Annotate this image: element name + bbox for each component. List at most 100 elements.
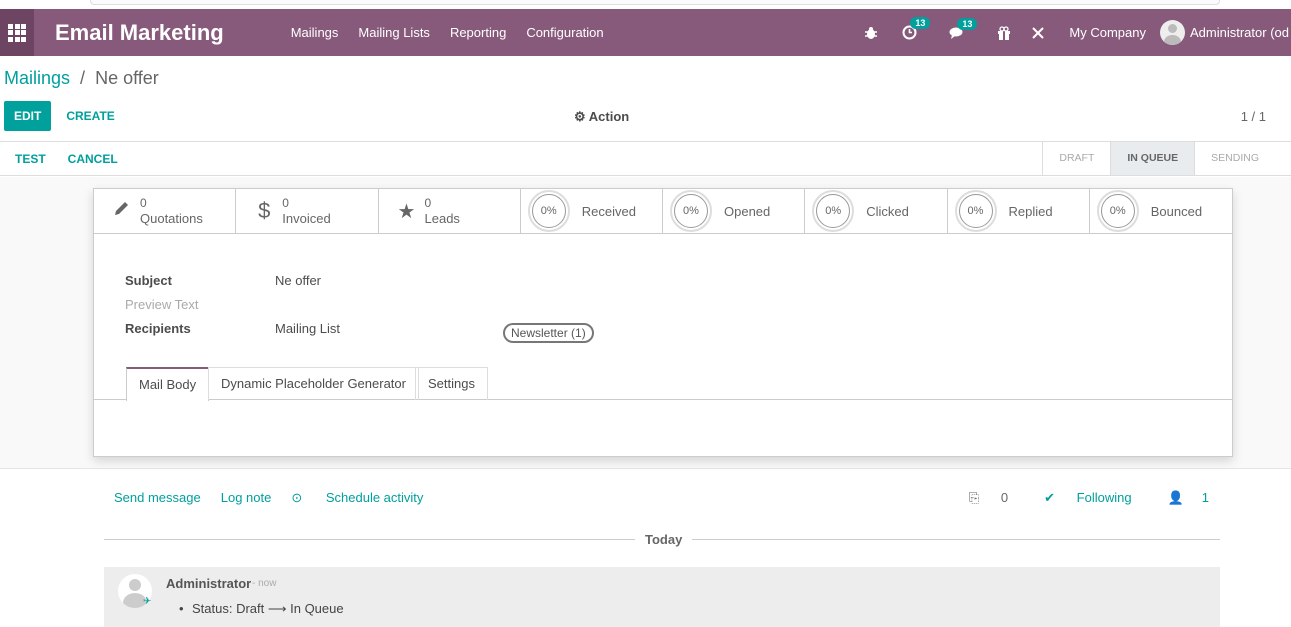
menu-mailing-lists[interactable]: Mailing Lists: [348, 25, 440, 40]
tab-dynamic-placeholder-generator[interactable]: Dynamic Placeholder Generator: [208, 367, 419, 400]
company-switcher[interactable]: My Company: [1069, 25, 1146, 40]
quotations-count: 0: [140, 196, 147, 210]
opened-label: Opened: [724, 203, 771, 219]
clicked-button[interactable]: 0% Clicked: [805, 189, 948, 233]
send-message-button[interactable]: Send message: [114, 490, 201, 506]
leads-label: Leads: [424, 211, 460, 226]
bounced-gauge: 0%: [1096, 190, 1139, 232]
user-avatar: [1160, 20, 1185, 45]
leads-count: 0: [424, 196, 432, 210]
main-menu: Mailings Mailing Lists Reporting Configu…: [281, 25, 614, 40]
paper-plane-icon: ✈: [143, 596, 152, 607]
leads-button[interactable]: ★ 0 Leads: [379, 189, 521, 233]
edit-button[interactable]: EDIT: [4, 101, 52, 131]
gear-icon: ⚙: [574, 109, 586, 124]
clock-icon: ⊙: [291, 490, 306, 505]
stage-in-queue[interactable]: IN QUEUE: [1110, 142, 1195, 175]
pencil-icon: [108, 199, 136, 223]
schedule-activity-button[interactable]: ⊙ Schedule activity: [291, 490, 443, 506]
activity-badge: 13: [910, 17, 931, 29]
date-separator-label: Today: [635, 532, 693, 547]
mailing-list-tag[interactable]: Newsletter (1): [503, 323, 594, 343]
schedule-activity-label: Schedule activity: [325, 490, 424, 505]
pager[interactable]: 1 / 1: [1241, 109, 1266, 124]
grid-icon: [8, 23, 26, 42]
replied-button[interactable]: 0% Replied: [948, 189, 1090, 233]
invoiced-label: Invoiced: [282, 211, 331, 226]
received-label: Received: [581, 203, 636, 219]
preview-text-label: Preview Text: [125, 297, 199, 312]
control-buttons: EDIT CREATE: [4, 101, 115, 131]
stage-pipeline: DRAFT IN QUEUE SENDING: [1042, 142, 1275, 175]
opened-percent: 0%: [683, 205, 699, 217]
breadcrumb-mailings[interactable]: Mailings: [4, 68, 70, 88]
bounced-label: Bounced: [1150, 203, 1203, 219]
check-icon: ✔: [1044, 490, 1059, 505]
subject-label: Subject: [125, 273, 172, 288]
bug-icon[interactable]: [864, 26, 878, 40]
systray: 13 13 My Company Administrator (od: [854, 9, 1291, 56]
dollar-icon: $: [258, 198, 271, 223]
following-label: Following: [1076, 490, 1132, 505]
top-navbar: Email Marketing Mailings Mailing Lists R…: [0, 9, 1291, 56]
bounced-button[interactable]: 0% Bounced: [1090, 189, 1232, 233]
following-button[interactable]: ✔ Following: [1026, 490, 1131, 506]
received-percent: 0%: [540, 205, 557, 217]
replied-percent: 0%: [967, 205, 984, 217]
menu-mailings[interactable]: Mailings: [281, 25, 349, 40]
replied-label: Replied: [1008, 203, 1053, 219]
menu-configuration[interactable]: Configuration: [516, 25, 613, 40]
cancel-button[interactable]: CANCEL: [68, 152, 118, 166]
subject-value: Ne offer: [275, 273, 322, 288]
form-sheet: 0 Quotations $ 0 Invoiced ★ 0 Leads 0% Rece…: [93, 188, 1233, 457]
breadcrumb: Mailings / Ne offer: [4, 68, 159, 89]
activity-clock-icon[interactable]: 13: [902, 17, 931, 40]
tools-icon[interactable]: [1031, 26, 1045, 40]
replied-gauge: 0%: [954, 190, 997, 232]
message-author[interactable]: Administrator: [166, 576, 251, 591]
invoiced-button[interactable]: $ 0 Invoiced: [236, 189, 379, 233]
smart-button-box: 0 Quotations $ 0 Invoiced ★ 0 Leads 0% Rece…: [94, 189, 1232, 234]
clicked-gauge: 0%: [812, 190, 855, 232]
stage-sending[interactable]: SENDING: [1194, 142, 1275, 175]
bounced-percent: 0%: [1109, 205, 1126, 217]
clicked-percent: 0%: [825, 205, 842, 217]
menu-reporting[interactable]: Reporting: [440, 25, 516, 40]
app-title: Email Marketing: [55, 19, 224, 45]
action-dropdown[interactable]: ⚙ Action: [574, 109, 629, 125]
apps-menu-button[interactable]: [0, 9, 34, 56]
quotations-label: Quotations: [140, 211, 203, 226]
log-note-button[interactable]: Log note: [221, 490, 272, 506]
invoiced-count: 0: [282, 196, 289, 210]
test-button[interactable]: TEST: [15, 152, 46, 166]
user-menu[interactable]: Administrator (od: [1160, 20, 1291, 45]
received-button[interactable]: 0% Received: [521, 189, 663, 233]
clicked-label: Clicked: [866, 203, 909, 219]
quotations-button[interactable]: 0 Quotations: [94, 189, 237, 233]
messages-chat-icon[interactable]: 13: [949, 17, 978, 40]
message-date: - now: [252, 578, 277, 589]
opened-button[interactable]: 0% Opened: [663, 189, 806, 233]
user-icon: 👤: [1167, 490, 1184, 505]
chatter-actions: Send message Log note ⊙ Schedule activit…: [114, 490, 463, 506]
followers-count: 1: [1201, 490, 1209, 505]
chatter-topbar-right: ⎘ 0 ✔ Following 👤 1: [933, 490, 1209, 506]
recipients-label: Recipients: [125, 321, 191, 336]
user-name: Administrator (od: [1190, 25, 1289, 40]
breadcrumb-current: Ne offer: [95, 68, 159, 88]
gift-icon[interactable]: [997, 25, 1011, 40]
attachments-count: 0: [1000, 490, 1009, 505]
tab-mail-body[interactable]: Mail Body: [126, 367, 210, 401]
breadcrumb-separator: /: [80, 68, 86, 88]
notebook-tabs: Mail Body Dynamic Placeholder Generator …: [94, 367, 1232, 401]
opened-gauge: 0%: [670, 190, 712, 232]
star-icon: ★: [397, 200, 416, 223]
browser-strip: [0, 0, 1291, 9]
recipients-value: Mailing List: [275, 321, 341, 336]
tab-settings[interactable]: Settings: [415, 367, 488, 400]
followers-button[interactable]: 👤 1: [1150, 490, 1209, 506]
paperclip-icon: ⎘: [968, 490, 983, 505]
create-button[interactable]: CREATE: [66, 109, 114, 123]
stage-draft[interactable]: DRAFT: [1042, 142, 1110, 175]
attachments-button[interactable]: ⎘ 0: [951, 490, 1008, 506]
